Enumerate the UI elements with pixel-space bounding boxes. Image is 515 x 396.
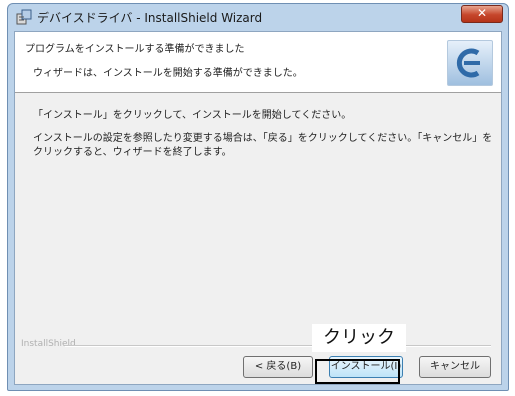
wizard-window: デバイスドライバ - InstallShield Wizard ✕ プログラムを… xyxy=(7,3,509,391)
close-button[interactable]: ✕ xyxy=(461,5,503,23)
header-subtitle: ウィザードは、インストールを開始する準備ができました。 xyxy=(33,68,303,79)
click-annotation: クリック xyxy=(312,324,406,352)
brand-label: InstallShield xyxy=(21,339,76,349)
cancel-button[interactable]: キャンセル xyxy=(419,356,491,378)
window-title: デバイスドライバ - InstallShield Wizard xyxy=(37,11,263,25)
installer-icon xyxy=(16,9,32,25)
instruction-text: 「インストール」をクリックして、インストールを開始してください。 xyxy=(33,110,352,121)
wizard-header: プログラムをインストールする準備ができました ウィザードは、インストールを開始す… xyxy=(15,32,501,93)
footer-divider xyxy=(65,345,491,347)
header-title: プログラムをインストールする準備ができました xyxy=(25,44,245,55)
back-button[interactable]: < 戻る(B) xyxy=(243,356,313,378)
installshield-logo-icon xyxy=(447,40,493,86)
title-bar[interactable]: デバイスドライバ - InstallShield Wizard ✕ xyxy=(8,4,508,30)
instruction-detail: インストールの設定を参照したり変更する場合は、「戻る」をクリックしてください。「… xyxy=(33,133,493,158)
wizard-client-area: プログラムをインストールする準備ができました ウィザードは、インストールを開始す… xyxy=(14,31,502,385)
install-highlight-box xyxy=(315,359,400,384)
